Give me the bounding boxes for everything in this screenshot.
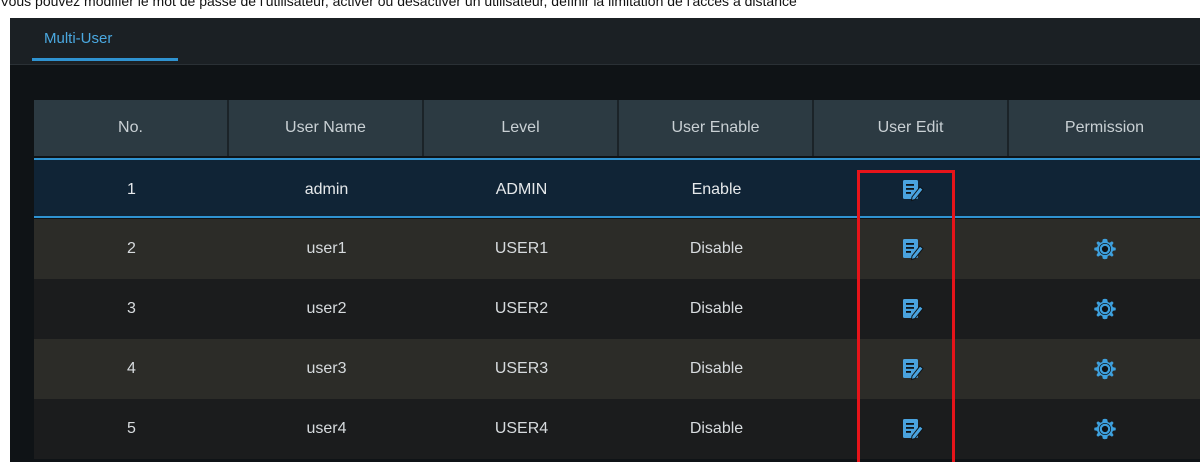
cell-user-name: user2	[306, 300, 347, 317]
cell-user-name: user4	[306, 420, 347, 437]
cell-user-name: admin	[304, 181, 349, 198]
header-no: No.	[34, 100, 229, 156]
table-row[interactable]: 2 user1 USER1 Disable	[34, 219, 1200, 279]
cell-user-name: user3	[306, 360, 347, 377]
cell-level: USER1	[494, 240, 549, 257]
cell-user-enable: Disable	[689, 360, 744, 377]
gear-icon[interactable]	[1093, 417, 1117, 441]
cell-permission	[1009, 339, 1200, 399]
cell-permission	[1009, 219, 1200, 279]
table-row[interactable]: 5 user4 USER4 Disable	[34, 399, 1200, 459]
header-level: Level	[424, 100, 619, 156]
gear-icon[interactable]	[1093, 357, 1117, 381]
gear-icon[interactable]	[1093, 297, 1117, 321]
header-user-edit: User Edit	[814, 100, 1009, 156]
cell-permission	[1009, 399, 1200, 459]
header-user-name: User Name	[229, 100, 424, 156]
tab-bar: Multi-User	[10, 18, 1200, 65]
cell-permission	[1009, 279, 1200, 339]
page-caption: Vous pouvez modifier le mot de passe de …	[0, 0, 797, 9]
table-row[interactable]: 4 user3 USER3 Disable	[34, 339, 1200, 399]
cell-level: ADMIN	[495, 181, 548, 198]
gear-icon[interactable]	[1093, 237, 1117, 261]
cell-no: 4	[127, 360, 136, 377]
cell-no: 3	[127, 300, 136, 317]
table-row[interactable]: 1 admin ADMIN Enable	[34, 158, 1200, 218]
multi-user-panel: Multi-User No. User Name Level User Enab…	[10, 18, 1200, 462]
cell-user-enable: Disable	[689, 300, 744, 317]
cell-level: USER3	[494, 360, 549, 377]
cell-permission	[1009, 160, 1200, 220]
cell-user-enable: Enable	[691, 181, 742, 198]
header-permission: Permission	[1064, 119, 1145, 136]
cell-level: USER2	[494, 300, 549, 317]
cell-level: USER4	[494, 420, 549, 437]
cell-no: 1	[127, 181, 136, 198]
cell-user-enable: Disable	[689, 420, 744, 437]
cell-user-name: user1	[306, 240, 347, 257]
highlight-box	[857, 170, 955, 462]
tab-active-indicator	[32, 58, 178, 61]
table-row[interactable]: 3 user2 USER2 Disable	[34, 279, 1200, 339]
cell-no: 5	[127, 420, 136, 437]
header-user-enable: User Enable	[619, 100, 814, 156]
table-header-row: No. User Name Level User Enable User Edi…	[34, 100, 1200, 156]
cell-user-enable: Disable	[689, 240, 744, 257]
cell-no: 2	[127, 240, 136, 257]
